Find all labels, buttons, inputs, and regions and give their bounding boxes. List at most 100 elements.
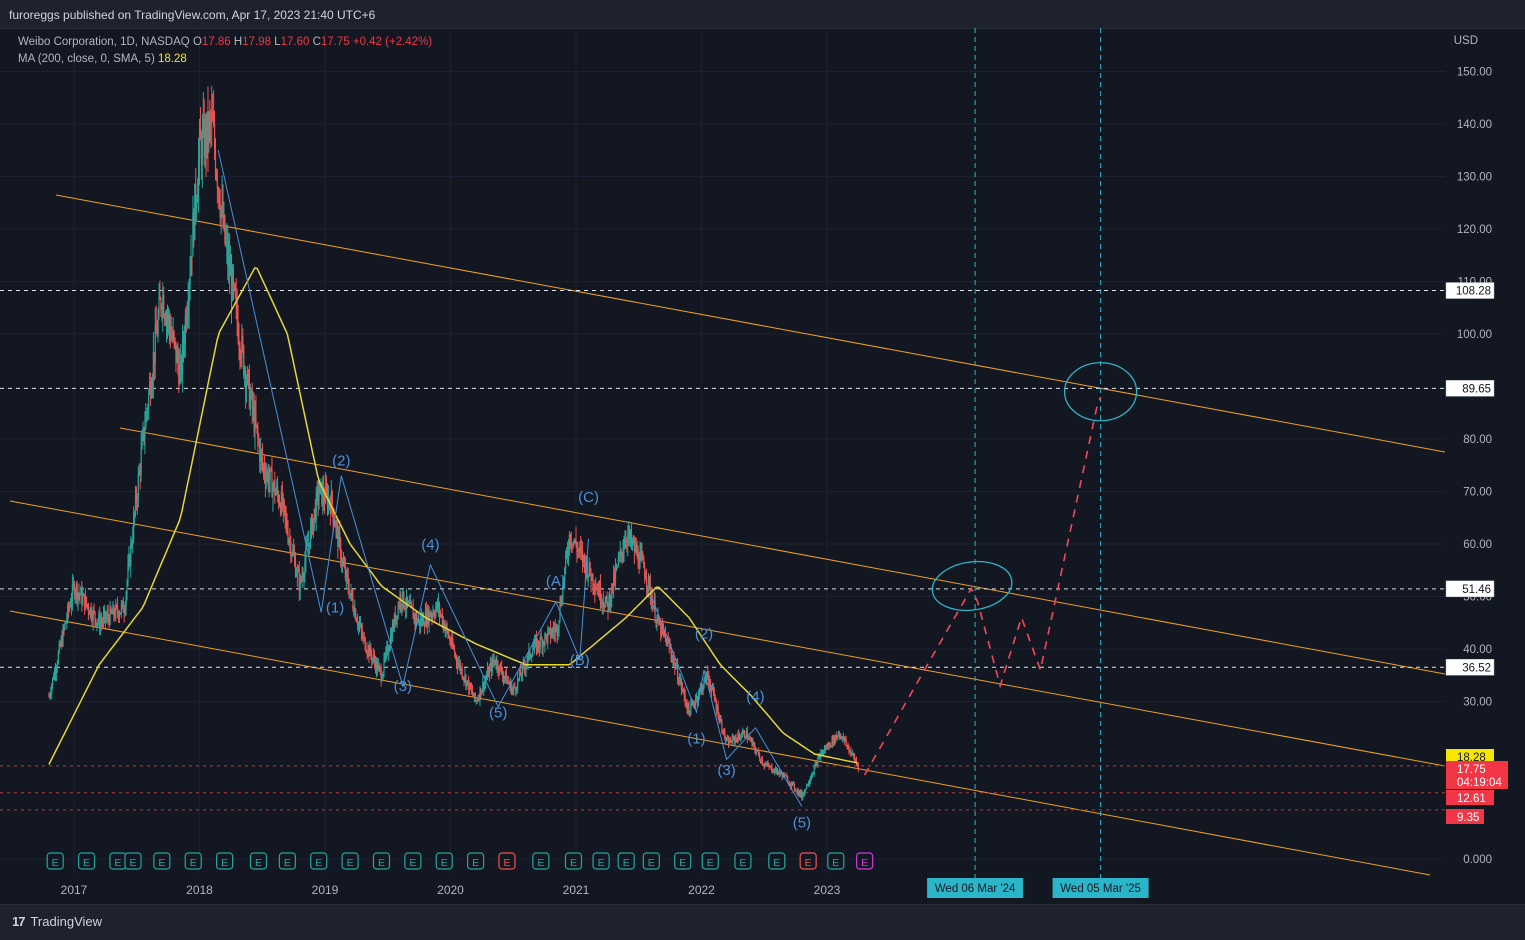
wave-path [217,150,589,708]
candle-body [516,689,518,691]
candle-body [452,638,454,647]
candle-body [78,593,80,595]
candle-body [233,284,235,286]
candle-body [810,776,812,779]
legend-low: 17.60 [280,36,310,48]
candle-body [448,636,450,638]
candle-body [656,618,658,623]
candle-body [517,678,520,680]
candle-body [355,609,357,621]
candle-body [616,565,619,567]
candle-body [484,681,486,689]
candle-body [304,561,306,576]
candle-body [531,656,533,658]
y-tick-label: 30.00 [1463,697,1492,709]
candle-body [190,256,192,274]
candle-body [453,646,455,650]
candle-body [263,465,266,476]
candle-body [238,341,240,346]
legend-symbol[interactable]: Weibo Corporation, 1D, NASDAQ [18,36,190,48]
candle-body [177,351,179,364]
candle-body [550,634,553,637]
candle-body [383,658,385,673]
candle-body [370,646,372,655]
candle-body [365,649,367,652]
candle-body [352,598,354,609]
candle-body [738,733,740,737]
candle-body [841,737,843,740]
candle-body [312,518,314,534]
candle-body [740,737,742,740]
candle-body [856,763,859,765]
candle-body [257,427,259,439]
earnings-label: E [570,857,577,869]
candle-body [261,456,264,466]
candle-body [141,436,143,449]
candle-body [838,735,840,737]
candle-body [674,659,676,669]
candle-body [133,516,135,540]
candle-body [809,778,811,783]
candle-body [305,546,307,562]
candle-body [102,615,105,622]
candle-body [762,763,764,765]
candle-body [66,619,68,623]
legend-ma-label[interactable]: MA (200, close, 0, SMA, 5) [18,53,155,65]
price-chart[interactable]: (2) (1) (3) (4) (5) (A) (B) (C) (2) (1) (3) (4) (5) 0… [0,28,1525,904]
candle-body [189,273,191,285]
candle-body [85,597,88,605]
candle-body [702,686,704,692]
candle-body [96,622,98,626]
earnings-label: E [158,857,165,869]
wave-label: (4) [746,689,764,706]
candle-body [247,370,250,373]
candle-body [49,695,51,697]
candle-body [645,579,648,586]
candle-body [232,270,234,285]
candle-body [381,678,383,681]
candle-body [785,775,787,777]
candle-body [349,593,351,597]
candle-body [604,600,606,608]
y-tick-label: 40.00 [1463,644,1492,656]
earnings-label: E [114,857,121,869]
candle-body [749,737,751,740]
candle-body [197,192,199,203]
countdown-label: 04:19:04 [1457,777,1502,789]
candle-body [261,450,263,457]
candle-body [379,666,381,670]
candle-body [839,733,842,737]
candle-body [340,540,342,561]
candle-body [812,773,814,775]
candle-body [70,601,73,606]
candle-body [87,605,90,612]
wave-label: (3) [717,762,735,779]
chart-area[interactable]: (2) (1) (3) (4) (5) (A) (B) (C) (2) (1) (3) (4) (5) 0… [0,28,1525,904]
candle-body [703,679,705,687]
candle-body [309,526,312,547]
candle-body [537,640,539,647]
tradingview-brand: TradingView [30,914,103,929]
candle-body [242,335,244,347]
candle-body [544,633,546,645]
candle-body [645,577,647,580]
candle-body [136,499,138,502]
published-info: furoreggs published on TradingView.com, … [9,8,376,22]
candle-body [500,664,502,667]
candle-body [351,590,353,599]
candle-body [433,612,435,616]
candle-body [807,783,810,786]
projection-path [863,396,1102,776]
candle-body [90,607,92,619]
candle-body [278,503,281,506]
candle-body [122,601,124,613]
candle-body [159,296,161,300]
wave-label: (3) [394,678,412,695]
y-tick-label: 130.00 [1457,172,1492,184]
tradingview-logo[interactable]: 17 TradingView [12,914,102,929]
candle-body [148,392,150,409]
candle-body [220,207,222,218]
candle-body [126,581,128,594]
candle-body [272,486,274,497]
candle-body [767,763,769,766]
